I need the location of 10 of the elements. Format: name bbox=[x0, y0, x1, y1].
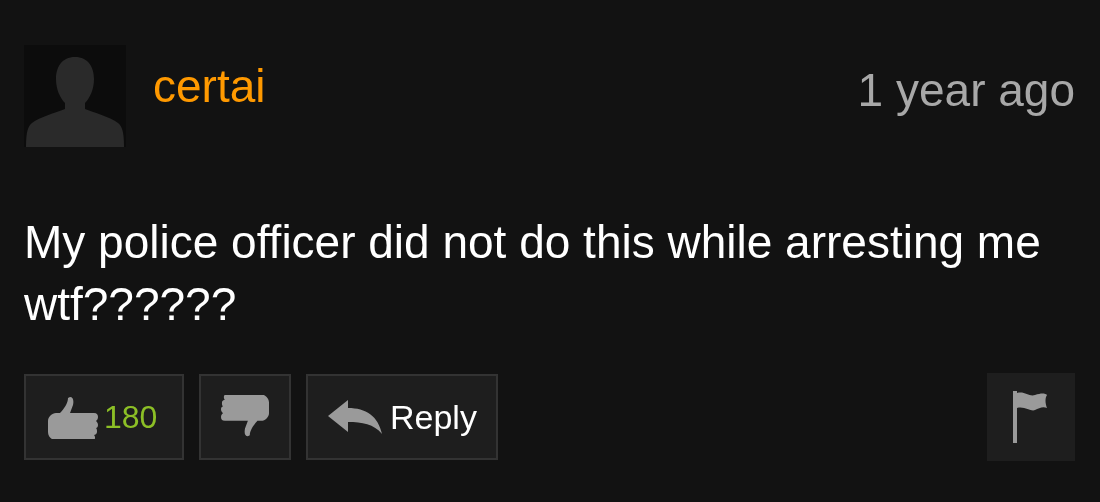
flag-icon bbox=[1013, 391, 1049, 443]
reply-arrow-icon bbox=[328, 400, 382, 434]
username[interactable]: certai bbox=[153, 63, 266, 109]
dislike-button[interactable] bbox=[199, 374, 291, 460]
thumbs-up-icon bbox=[48, 395, 98, 439]
flag-button[interactable] bbox=[987, 373, 1075, 461]
thumbs-down-icon bbox=[221, 395, 269, 439]
reply-button[interactable]: Reply bbox=[306, 374, 498, 460]
comment-text: My police officer did not do this while arresting me wtf?????? bbox=[24, 215, 1042, 332]
like-button[interactable]: 180 bbox=[24, 374, 184, 460]
